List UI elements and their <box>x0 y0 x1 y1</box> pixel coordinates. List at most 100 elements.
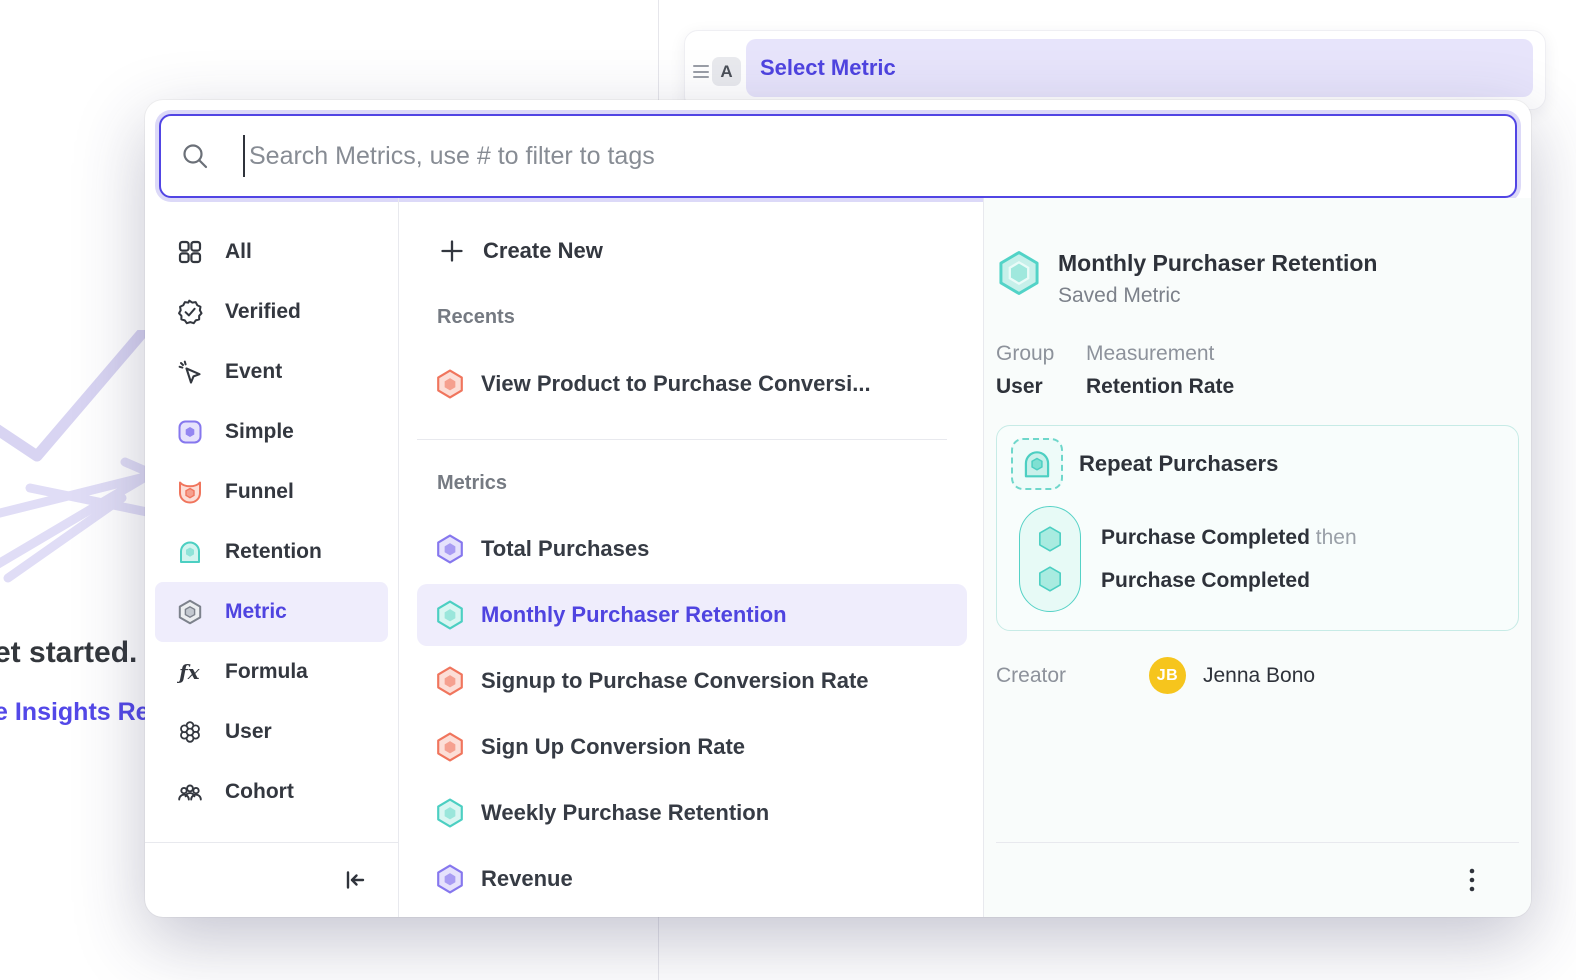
recents-section-label: Recents <box>437 306 967 330</box>
group-label: Group <box>996 342 1086 366</box>
retention-metric-hexagon-icon-large <box>996 250 1042 296</box>
creator-label: Creator <box>996 664 1149 688</box>
funnel-metric-hexagon-icon <box>435 666 465 696</box>
sidebar-footer <box>145 842 398 917</box>
sidebar-item-formula[interactable]: ƒx Formula <box>155 642 388 702</box>
sidebar-item-cohort[interactable]: Cohort <box>155 762 388 822</box>
group-value: User <box>996 375 1086 399</box>
step-one-text: Purchase Completed then <box>1101 526 1357 550</box>
sidebar-item-label: Verified <box>225 300 301 324</box>
metric-row-label: Revenue <box>481 866 573 892</box>
grid-icon <box>177 239 203 265</box>
metric-row-sign-up-conversion-rate[interactable]: Sign Up Conversion Rate <box>417 716 967 778</box>
card-title: Repeat Purchasers <box>1079 451 1278 477</box>
creator-row: Creator JB Jenna Bono <box>996 657 1519 694</box>
then-connector: then <box>1316 526 1357 549</box>
metric-row-label: Monthly Purchaser Retention <box>481 602 787 628</box>
cohort-people-icon <box>177 779 203 805</box>
measurement-label: Measurement <box>1086 342 1234 366</box>
creator-name: Jenna Bono <box>1203 664 1315 688</box>
funnel-metric-hexagon-icon <box>435 369 465 399</box>
metric-list-column: Create New Recents View Product to Purch… <box>399 198 983 917</box>
retention-metric-hexagon-icon <box>435 798 465 828</box>
sidebar-item-user[interactable]: User <box>155 702 388 762</box>
sidebar-item-label: All <box>225 240 252 264</box>
more-options-button[interactable] <box>1459 861 1485 899</box>
select-metric-bar: A Select Metric <box>684 30 1546 110</box>
metric-row-label: Weekly Purchase Retention <box>481 800 769 826</box>
metric-row-weekly-purchase-retention[interactable]: Weekly Purchase Retention <box>417 782 967 844</box>
drag-handle-icon[interactable] <box>693 65 709 78</box>
sidebar-item-simple[interactable]: Simple <box>155 402 388 462</box>
metric-row-label: Signup to Purchase Conversion Rate <box>481 668 869 694</box>
details-meta: Group User Measurement Retention Rate <box>996 342 1519 399</box>
details-header: Monthly Purchaser Retention Saved Metric <box>996 250 1519 308</box>
sidebar-item-all[interactable]: All <box>155 222 388 282</box>
retention-icon <box>177 539 203 565</box>
verified-badge-icon <box>177 299 203 325</box>
background-insights-link-fragment[interactable]: e Insights Re <box>0 698 150 727</box>
funnel-metric-hexagon-icon <box>435 732 465 762</box>
simple-metric-hexagon-icon <box>435 534 465 564</box>
select-metric-label: Select Metric <box>760 55 896 81</box>
sidebar-item-funnel[interactable]: Funnel <box>155 462 388 522</box>
create-new-button[interactable]: Create New <box>417 228 967 274</box>
sidebar-item-label: Simple <box>225 420 294 444</box>
metric-row-signup-to-purchase-conversion-rate[interactable]: Signup to Purchase Conversion Rate <box>417 650 967 712</box>
retention-metric-hexagon-icon <box>435 600 465 630</box>
type-filter-sidebar: All Verified Event <box>145 198 399 917</box>
step-hexagon-icon <box>1035 564 1065 594</box>
sidebar-item-label: Cohort <box>225 780 294 804</box>
search-icon <box>181 142 209 170</box>
metric-letter-badge[interactable]: A <box>712 57 741 86</box>
creator-avatar: JB <box>1149 657 1186 694</box>
metric-row-revenue[interactable]: Revenue <box>417 848 967 910</box>
search-input[interactable] <box>245 142 1515 171</box>
sidebar-item-label: Event <box>225 360 282 384</box>
collapse-left-icon <box>340 866 368 894</box>
step-two-text: Purchase Completed <box>1101 569 1357 593</box>
sidebar-item-label: Metric <box>225 600 287 624</box>
sidebar-item-label: User <box>225 720 272 744</box>
sidebar-item-metric[interactable]: Metric <box>155 582 388 642</box>
collapse-sidebar-button[interactable] <box>336 862 372 898</box>
list-divider <box>417 439 947 440</box>
cursor-click-icon <box>177 359 203 385</box>
metric-row-label: Sign Up Conversion Rate <box>481 734 745 760</box>
details-footer <box>996 842 1519 917</box>
retention-steps-capsule <box>1019 506 1081 612</box>
select-metric-button[interactable]: Select Metric <box>746 39 1533 97</box>
metrics-section-label: Metrics <box>437 472 967 496</box>
retention-cohort-icon <box>1011 438 1063 490</box>
retention-definition-card: Repeat Purchasers Purchase Completed <box>996 425 1519 631</box>
step-hexagon-icon <box>1035 524 1065 554</box>
sidebar-item-event[interactable]: Event <box>155 342 388 402</box>
background-heading-fragment: et started. <box>0 636 137 670</box>
kebab-menu-icon <box>1463 865 1481 895</box>
svg-text:ƒx: ƒx <box>177 660 201 684</box>
metric-details-panel: Monthly Purchaser Retention Saved Metric… <box>983 198 1531 917</box>
simple-metric-icon <box>177 419 203 445</box>
metric-picker-modal: All Verified Event <box>145 100 1531 917</box>
simple-metric-hexagon-icon <box>435 864 465 894</box>
sidebar-item-label: Retention <box>225 540 322 564</box>
metric-row-total-purchases[interactable]: Total Purchases <box>417 518 967 580</box>
measurement-value: Retention Rate <box>1086 375 1234 399</box>
formula-fx-icon: ƒx <box>177 659 203 685</box>
modal-body: All Verified Event <box>145 198 1531 917</box>
sidebar-item-label: Funnel <box>225 480 294 504</box>
create-new-label: Create New <box>483 238 603 264</box>
plus-icon <box>439 238 465 264</box>
user-cluster-icon <box>177 719 203 745</box>
metric-row-label: Total Purchases <box>481 536 649 562</box>
metric-hexagon-icon <box>177 599 203 625</box>
sidebar-item-verified[interactable]: Verified <box>155 282 388 342</box>
sidebar-item-retention[interactable]: Retention <box>155 522 388 582</box>
details-subtitle: Saved Metric <box>1058 284 1377 308</box>
funnel-icon <box>177 479 203 505</box>
recent-metric-label: View Product to Purchase Conversi... <box>481 371 871 397</box>
metric-row-monthly-purchaser-retention[interactable]: Monthly Purchaser Retention <box>417 584 967 646</box>
search-box <box>159 114 1517 198</box>
recent-metric-row[interactable]: View Product to Purchase Conversi... <box>417 356 967 412</box>
sidebar-item-label: Formula <box>225 660 308 684</box>
